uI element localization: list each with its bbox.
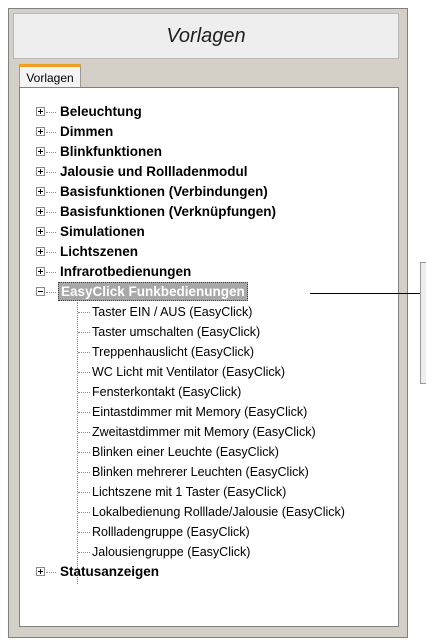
tree-node-label: Jalousie und Rollladenmodul [60,164,248,179]
tree-connector-tick [78,492,90,493]
expand-plus-icon[interactable] [36,147,45,156]
expand-plus-icon[interactable] [36,567,45,576]
tree-node-lichtszenen[interactable]: Lichtszenen [20,242,398,262]
tree-leaf-template[interactable]: Blinken einer Leuchte (EasyClick) [20,442,398,462]
tree-leaf-template[interactable]: WC Licht mit Ventilator (EasyClick) [20,362,398,382]
tree-node-easyclick[interactable]: EasyClick Funkbedienungen [20,282,398,302]
tree-connector-tick [78,392,90,393]
tree-connector-tick [78,512,90,513]
panel-title: Vorlagen [13,13,399,59]
tree-node-label: Blinkfunktionen [60,144,162,159]
tree-connector-tick [78,312,90,313]
tree-node-label: Basisfunktionen (Verknüpfungen) [60,204,277,219]
tree-connector-tick [78,352,90,353]
tree-node-statusanzeigen[interactable]: Statusanzeigen [20,562,398,582]
tree-leaf-template[interactable]: Blinken mehrerer Leuchten (EasyClick) [20,462,398,482]
tree-node-label: Dimmen [60,124,114,139]
tree-leaf-template[interactable]: Jalousiengruppe (EasyClick) [20,542,398,562]
tree-leaf-label: Eintastdimmer mit Memory (EasyClick) [92,405,308,419]
tree-node-label: Infrarotbedienungen [60,264,192,279]
tab-vorlagen[interactable]: Vorlagen [19,64,81,88]
tree-leaf-template[interactable]: Rollladengruppe (EasyClick) [20,522,398,542]
tree-connector-tick [78,452,90,453]
tree-node-label: Simulationen [60,224,145,239]
tree-node-basis-verbindungen[interactable]: Basisfunktionen (Verbindungen) [20,182,398,202]
tree-connector-tick [78,472,90,473]
tree-connector-tick [78,372,90,373]
tree-leaf-template[interactable]: Lokalbedienung Rolllade/Jalousie (EasyCl… [20,502,398,522]
tree-leaf-template[interactable]: Fensterkontakt (EasyClick) [20,382,398,402]
tree-connector-tick [78,532,90,533]
tree-leaf-label: Taster umschalten (EasyClick) [92,325,261,339]
tree-leaf-label: Lokalbedienung Rolllade/Jalousie (EasyCl… [92,505,345,519]
tree-leaf-label: WC Licht mit Ventilator (EasyClick) [92,365,286,379]
expand-plus-icon[interactable] [36,167,45,176]
tree-leaf-label: Blinken mehrerer Leuchten (EasyClick) [92,465,309,479]
vorlagen-panel: Vorlagen Vorlagen Beleuchtung Dimmen Bli… [8,8,408,638]
tree-leaf-template[interactable]: Lichtszene mit 1 Taster (EasyClick) [20,482,398,502]
tree-node-simulationen[interactable]: Simulationen [20,222,398,242]
expand-plus-icon[interactable] [36,187,45,196]
template-tree: Beleuchtung Dimmen Blinkfunktionen Jalou… [20,102,398,584]
tree-leaf-label: Taster EIN / AUS (EasyClick) [92,305,253,319]
tree-leaf-template[interactable]: Treppenhauslicht (EasyClick) [20,342,398,362]
template-tree-frame: Beleuchtung Dimmen Blinkfunktionen Jalou… [19,87,399,627]
tree-node-label-selected: EasyClick Funkbedienungen [58,282,248,301]
tree-connector-tick [78,412,90,413]
tree-node-dimmen[interactable]: Dimmen [20,122,398,142]
expand-plus-icon[interactable] [36,207,45,216]
tree-node-basis-verknuepfungen[interactable]: Basisfunktionen (Verknüpfungen) [20,202,398,222]
tree-node-jalousie[interactable]: Jalousie und Rollladenmodul [20,162,398,182]
collapse-minus-icon[interactable] [36,287,45,296]
tree-node-label: Lichtszenen [60,244,139,259]
tree-leaf-label: Lichtszene mit 1 Taster (EasyClick) [92,485,287,499]
tree-node-label: Basisfunktionen (Verbindungen) [60,184,268,199]
tree-leaf-label: Jalousiengruppe (EasyClick) [92,545,251,559]
tree-connector-tick [78,432,90,433]
expand-plus-icon[interactable] [36,267,45,276]
tree-leaf-template[interactable]: Zweitastdimmer mit Memory (EasyClick) [20,422,398,442]
tree-leaf-template[interactable]: Taster EIN / AUS (EasyClick) [20,302,398,322]
tree-node-label: Statusanzeigen [60,564,160,579]
tree-node-label: Beleuchtung [60,104,142,119]
tree-leaf-label: Zweitastdimmer mit Memory (EasyClick) [92,425,316,439]
tree-node-blinkfunktionen[interactable]: Blinkfunktionen [20,142,398,162]
expand-plus-icon[interactable] [36,227,45,236]
tab-label: Vorlagen [26,70,74,85]
easyclick-children: Taster EIN / AUS (EasyClick) Taster umsch… [20,302,398,584]
tree-leaf-label: Rollladengruppe (EasyClick) [92,525,250,539]
tree-connector-tick [78,552,90,553]
tree-leaf-label: Fensterkontakt (EasyClick) [92,385,242,399]
tree-leaf-template[interactable]: Eintastdimmer mit Memory (EasyClick) [20,402,398,422]
callout-pointer-line [310,293,426,294]
expand-plus-icon[interactable] [36,127,45,136]
tree-node-infrarot[interactable]: Infrarotbedienungen [20,262,398,282]
tree-node-beleuchtung[interactable]: Beleuchtung [20,102,398,122]
adjacent-panel-edge [420,262,426,384]
tree-leaf-label: Blinken einer Leuchte (EasyClick) [92,445,279,459]
tree-leaf-template[interactable]: Taster umschalten (EasyClick) [20,322,398,342]
tree-connector-tick [78,332,90,333]
expand-plus-icon[interactable] [36,247,45,256]
tree-leaf-label: Treppenhauslicht (EasyClick) [92,345,255,359]
expand-plus-icon[interactable] [36,107,45,116]
